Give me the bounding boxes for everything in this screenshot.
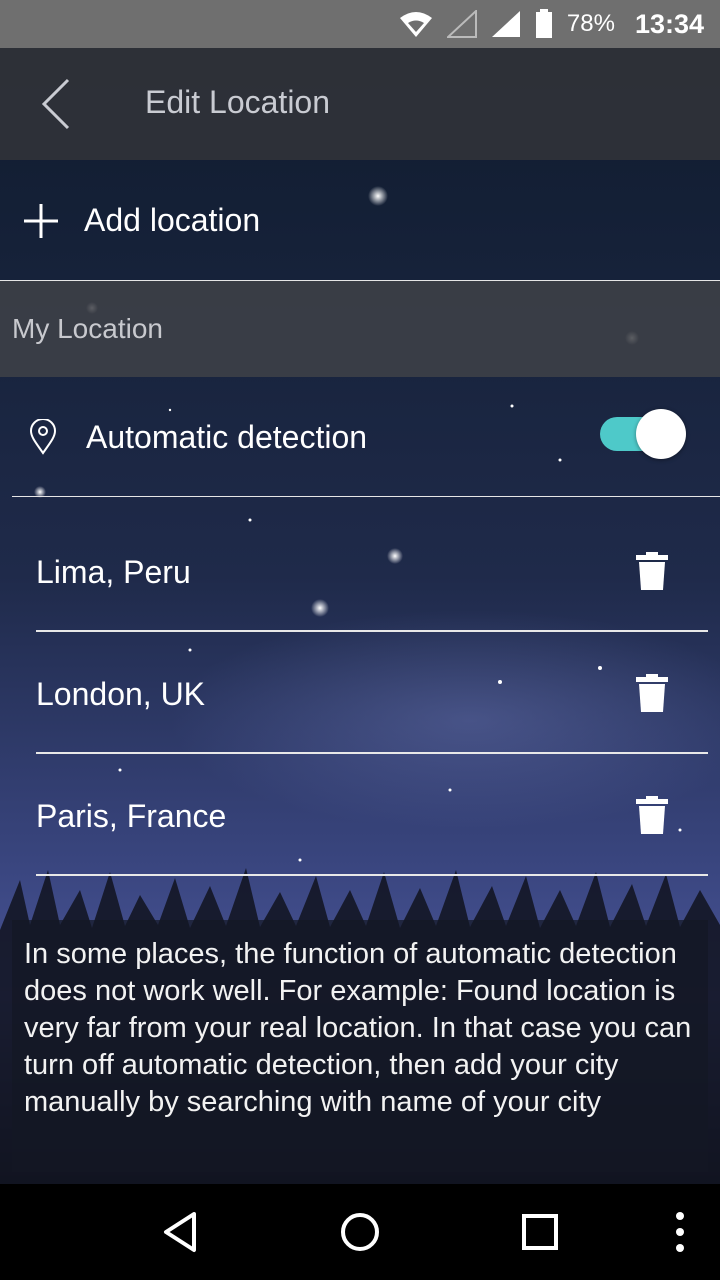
list-item[interactable]: London, UK bbox=[36, 632, 708, 754]
wifi-icon bbox=[399, 12, 432, 37]
battery-percent: 78% bbox=[566, 10, 615, 37]
city-name: Lima, Peru bbox=[36, 554, 191, 590]
back-arrow-icon[interactable] bbox=[30, 76, 86, 132]
add-location-label: Add location bbox=[84, 202, 261, 238]
info-note: In some places, the function of automati… bbox=[12, 920, 708, 1172]
section-title: My Location bbox=[12, 313, 163, 344]
trash-icon[interactable] bbox=[636, 552, 668, 590]
signal-full-icon bbox=[491, 11, 520, 37]
automatic-detection-toggle[interactable] bbox=[600, 409, 686, 459]
automatic-detection-label: Automatic detection bbox=[86, 419, 368, 455]
nav-menu-icon[interactable] bbox=[656, 1208, 704, 1256]
nav-recents-icon[interactable] bbox=[516, 1208, 564, 1256]
city-name: London, UK bbox=[36, 676, 206, 712]
city-name: Paris, France bbox=[36, 798, 227, 834]
automatic-detection-row: Automatic detection bbox=[0, 377, 720, 497]
divider bbox=[12, 496, 720, 497]
location-pin-icon bbox=[29, 419, 57, 455]
plus-icon bbox=[24, 204, 58, 238]
list-item[interactable]: Paris, France bbox=[36, 754, 708, 876]
toggle-knob bbox=[636, 409, 686, 459]
trash-icon[interactable] bbox=[636, 674, 668, 712]
trash-icon[interactable] bbox=[636, 796, 668, 834]
battery-icon bbox=[535, 9, 552, 38]
status-bar: 78% 13:34 bbox=[0, 0, 720, 48]
clock: 13:34 bbox=[634, 8, 704, 39]
app-bar: Edit Location bbox=[0, 48, 720, 160]
section-header: My Location bbox=[0, 281, 720, 377]
navigation-bar bbox=[0, 1184, 720, 1280]
list-item[interactable]: Lima, Peru bbox=[36, 510, 708, 632]
page-title: Edit Location bbox=[145, 84, 331, 120]
signal-empty-icon bbox=[446, 10, 477, 38]
nav-back-icon[interactable] bbox=[156, 1208, 204, 1256]
nav-home-icon[interactable] bbox=[336, 1208, 384, 1256]
add-location-button[interactable]: Add location bbox=[0, 160, 720, 281]
